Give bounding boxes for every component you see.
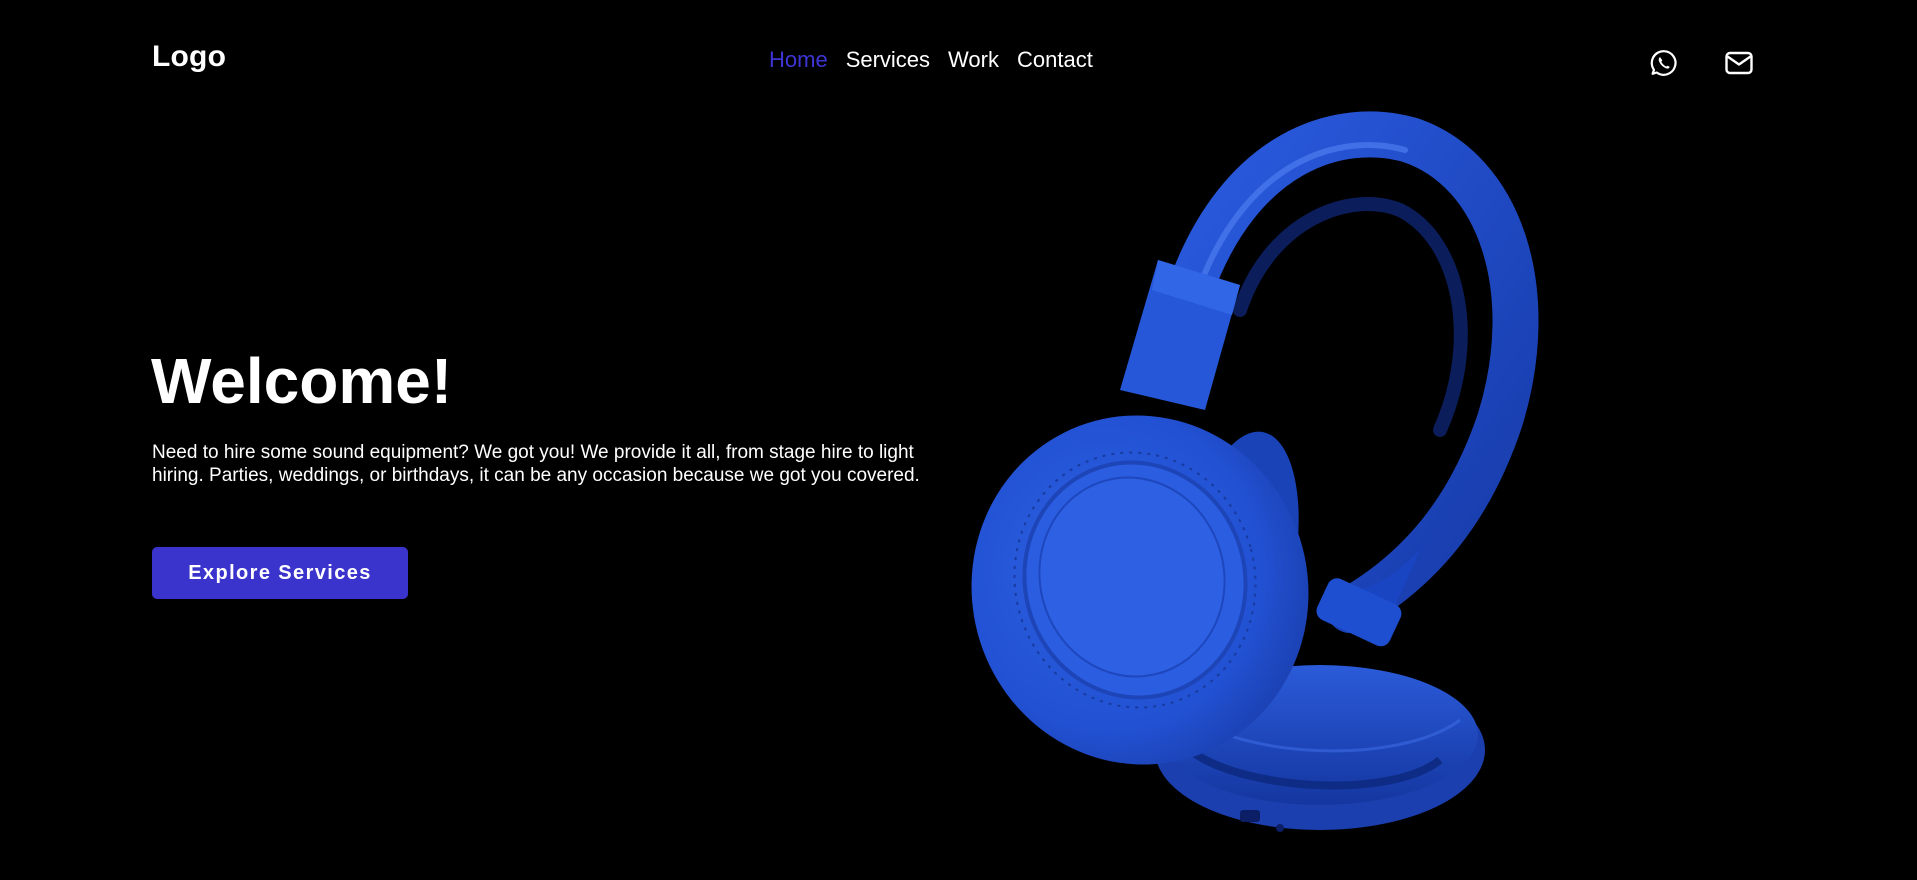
whatsapp-icon[interactable]	[1649, 48, 1679, 78]
hero-title: Welcome!	[151, 345, 453, 417]
mail-icon[interactable]	[1724, 48, 1754, 78]
nav-work[interactable]: Work	[948, 49, 999, 71]
nav-home[interactable]: Home	[769, 49, 828, 71]
logo[interactable]: Logo	[152, 42, 226, 72]
explore-services-button[interactable]: Explore Services	[152, 547, 408, 599]
nav-contact[interactable]: Contact	[1017, 49, 1093, 71]
hero-description: Need to hire some sound equipment? We go…	[152, 442, 920, 486]
nav-services[interactable]: Services	[846, 49, 930, 71]
headphones-image	[971, 111, 1539, 832]
main-nav: Home Services Work Contact	[769, 49, 1093, 71]
